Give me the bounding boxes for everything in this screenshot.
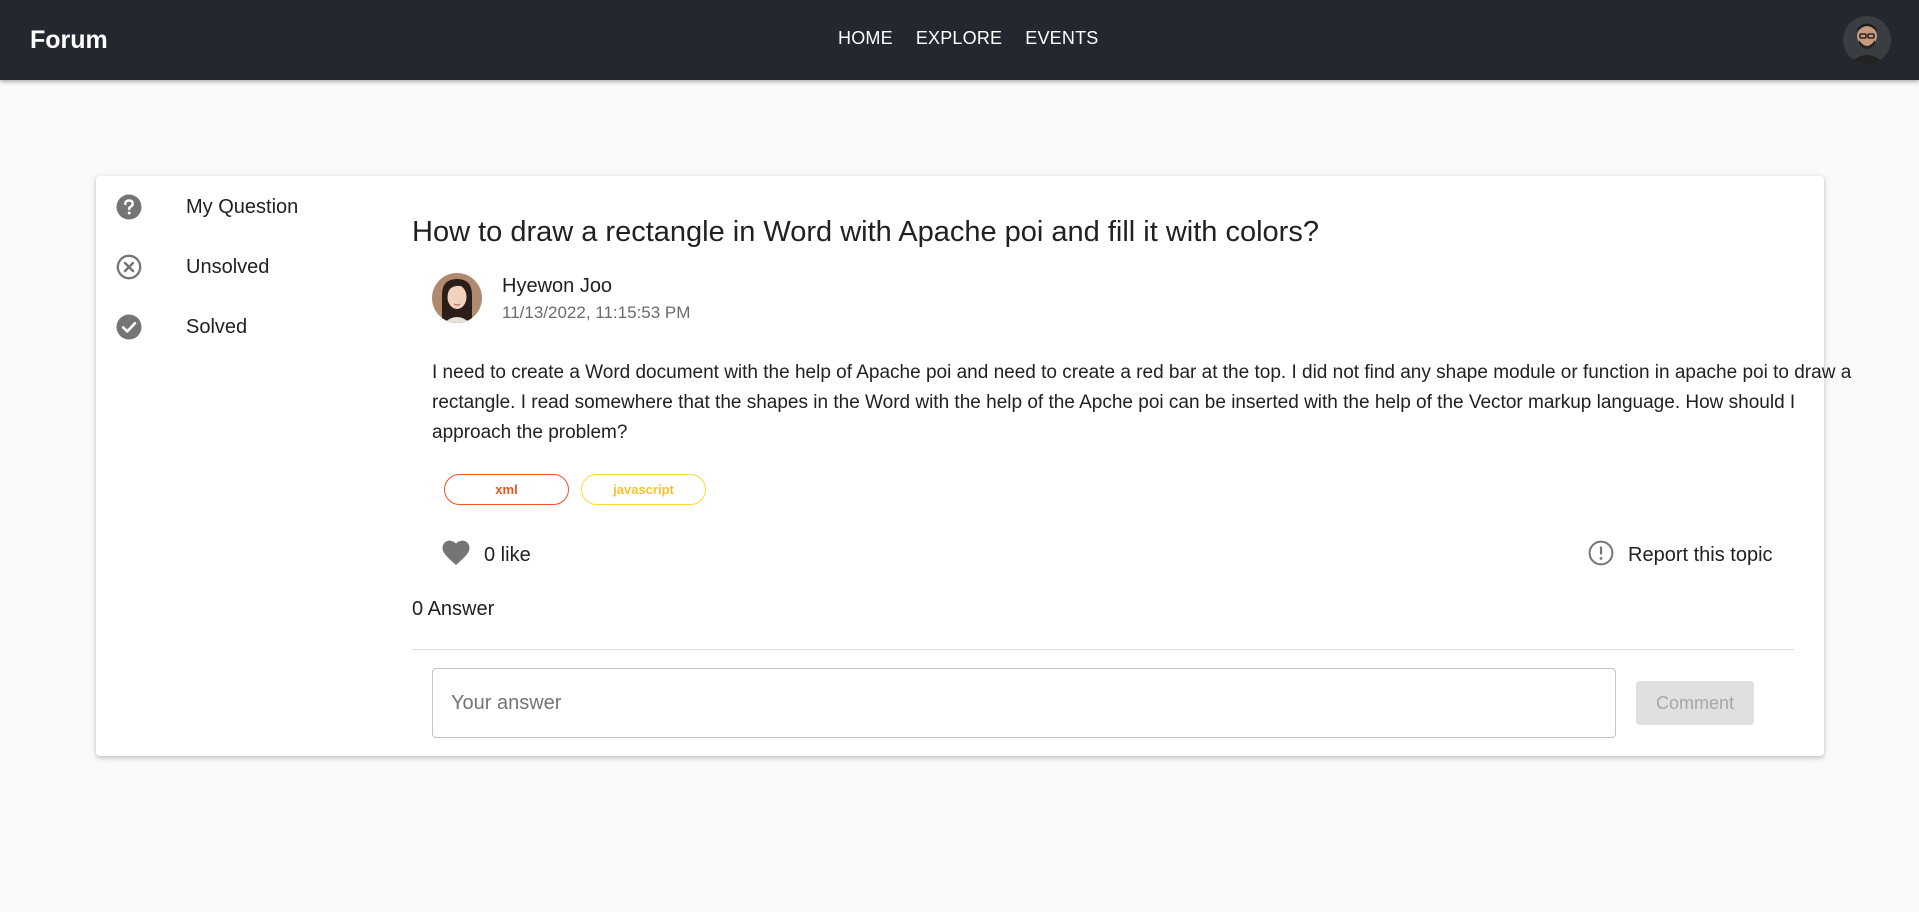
heart-icon (442, 540, 470, 571)
user-avatar[interactable] (1843, 16, 1891, 64)
help-circle-icon (116, 194, 142, 220)
report-topic-button[interactable]: Report this topic (1588, 540, 1773, 570)
alert-circle-icon (1588, 540, 1614, 571)
sidebar-item-solved[interactable]: Solved (116, 305, 416, 349)
like-count: 0 like (484, 543, 531, 566)
nav-events[interactable]: EVENTS (1025, 28, 1098, 49)
nav-home[interactable]: HOME (838, 28, 893, 49)
question-title: How to draw a rectangle in Word with Apa… (412, 216, 1319, 248)
question-card: My Question Unsolved Solved How to draw … (96, 176, 1851, 756)
sidebar-item-unsolved[interactable]: Unsolved (116, 245, 416, 289)
top-nav: HOME EXPLORE EVENTS (838, 28, 1098, 49)
divider (412, 649, 1794, 650)
answer-input[interactable] (432, 668, 1616, 738)
tag-chip-javascript[interactable]: javascript (581, 474, 706, 505)
app-bar: Forum HOME EXPLORE EVENTS (0, 0, 1919, 80)
nav-explore[interactable]: EXPLORE (916, 28, 1002, 49)
sidebar-item-label: Unsolved (186, 255, 270, 278)
sidebar-item-label: My Question (186, 195, 299, 218)
sidebar-item-my-question[interactable]: My Question (116, 185, 416, 229)
comment-button[interactable]: Comment (1636, 681, 1754, 725)
author-name[interactable]: Hyewon Joo (502, 275, 612, 298)
answer-count: 0 Answer (412, 598, 495, 620)
report-label: Report this topic (1628, 543, 1773, 566)
like-button[interactable]: 0 like (442, 540, 531, 570)
author-avatar[interactable] (432, 273, 482, 323)
sidebar-item-label: Solved (186, 315, 248, 338)
tag-chip-xml[interactable]: xml (444, 474, 569, 505)
question-body: I need to create a Word document with th… (432, 362, 1852, 443)
post-timestamp: 11/13/2022, 11:15:53 PM (502, 303, 691, 322)
check-circle-icon (116, 314, 142, 340)
tag-list: xml javascript (444, 474, 706, 505)
brand-logo[interactable]: Forum (30, 26, 108, 55)
x-circle-icon (116, 254, 142, 280)
